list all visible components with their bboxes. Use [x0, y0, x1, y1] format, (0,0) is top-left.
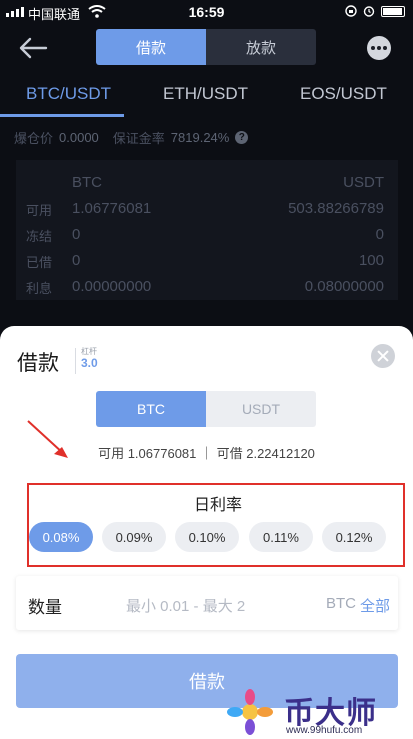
column-header-btc: BTC — [72, 174, 102, 191]
more-options-icon[interactable] — [367, 36, 391, 60]
help-icon[interactable]: ? — [235, 131, 249, 144]
btc-value: 0 — [72, 226, 81, 243]
tab-eth-usdt[interactable]: ETH/USDT — [163, 84, 248, 104]
leverage-value: 3.0 — [81, 356, 98, 370]
margin-rate-value: 7819.24% — [170, 130, 230, 145]
liquidation-price-label: 爆仓价 — [14, 131, 54, 146]
active-tab-indicator — [0, 114, 124, 117]
watermark-logo-icon — [227, 689, 273, 735]
usdt-value: 100 — [358, 252, 384, 269]
usdt-value: 503.88266789 — [288, 200, 384, 217]
rate-option[interactable]: 0.10% — [175, 522, 239, 552]
daily-rate-panel: 日利率 0.08% 0.09% 0.10% 0.11% 0.12% — [27, 483, 405, 567]
back-arrow-icon[interactable] — [18, 36, 48, 60]
btc-value: 0.00000000 — [72, 278, 152, 295]
btc-value: 1.06776081 — [72, 200, 152, 217]
coin-option-btc[interactable]: BTC — [96, 391, 206, 427]
battery-icon — [381, 5, 405, 17]
column-header-usdt: USDT — [343, 174, 384, 191]
btc-value: 0 — [72, 252, 81, 269]
quantity-input[interactable]: 最小 0.01 - 最大 2 — [126, 595, 245, 616]
status-bar: 中国联通 16:59 — [0, 0, 413, 24]
quantity-field[interactable]: 数量 最小 0.01 - 最大 2 BTC 全部 — [16, 576, 398, 630]
risk-info: 爆仓价 0.0000 保证金率 7819.24% ? — [14, 128, 249, 147]
row-label: 已借 — [26, 255, 53, 270]
row-label: 利息 — [26, 281, 53, 296]
pair-tabs: BTC/USDT ETH/USDT EOS/USDT — [0, 74, 413, 118]
tab-btc-usdt[interactable]: BTC/USDT — [26, 84, 111, 104]
borrow-modal: 借款 杠杆 3.0 BTC USDT 可用 1.06776081 ｜ 可借 2.… — [0, 326, 413, 739]
liquidation-price-value: 0.0000 — [59, 130, 99, 145]
rate-option[interactable]: 0.11% — [249, 522, 313, 552]
usdt-value: 0 — [375, 226, 384, 243]
title-divider — [75, 348, 76, 374]
quantity-label: 数量 — [28, 598, 62, 617]
tab-lend[interactable]: 放款 — [206, 29, 316, 65]
alarm-icon — [363, 6, 375, 17]
margin-rate-label: 保证金率 — [112, 131, 165, 146]
coin-option-usdt[interactable]: USDT — [206, 391, 316, 427]
daily-rate-title: 日利率 — [193, 497, 242, 514]
tab-borrow[interactable]: 借款 — [96, 29, 206, 65]
watermark: 币大师 www.99hufu.com — [226, 688, 413, 739]
rate-option[interactable]: 0.09% — [102, 522, 166, 552]
modal-title: 借款 — [17, 352, 59, 375]
close-icon[interactable] — [371, 344, 395, 368]
rate-option[interactable]: 0.08% — [29, 522, 93, 552]
orientation-lock-icon — [345, 5, 357, 17]
annotation-arrow-icon — [27, 420, 68, 458]
usdt-value: 0.08000000 — [304, 278, 384, 295]
rate-option[interactable]: 0.12% — [322, 522, 386, 552]
coin-switch: BTC USDT — [96, 391, 316, 427]
tab-eos-usdt[interactable]: EOS/USDT — [300, 84, 387, 104]
row-label: 可用 — [26, 203, 53, 218]
row-label: 冻结 — [26, 229, 53, 244]
quantity-unit: BTC — [326, 595, 356, 612]
balance-table: BTC USDT 可用 1.06776081 503.88266789 冻结 0… — [16, 160, 398, 300]
all-button[interactable]: 全部 — [360, 595, 390, 616]
borrow-lend-switch: 借款 放款 — [96, 29, 316, 65]
watermark-url: www.99hufu.com — [286, 725, 363, 736]
